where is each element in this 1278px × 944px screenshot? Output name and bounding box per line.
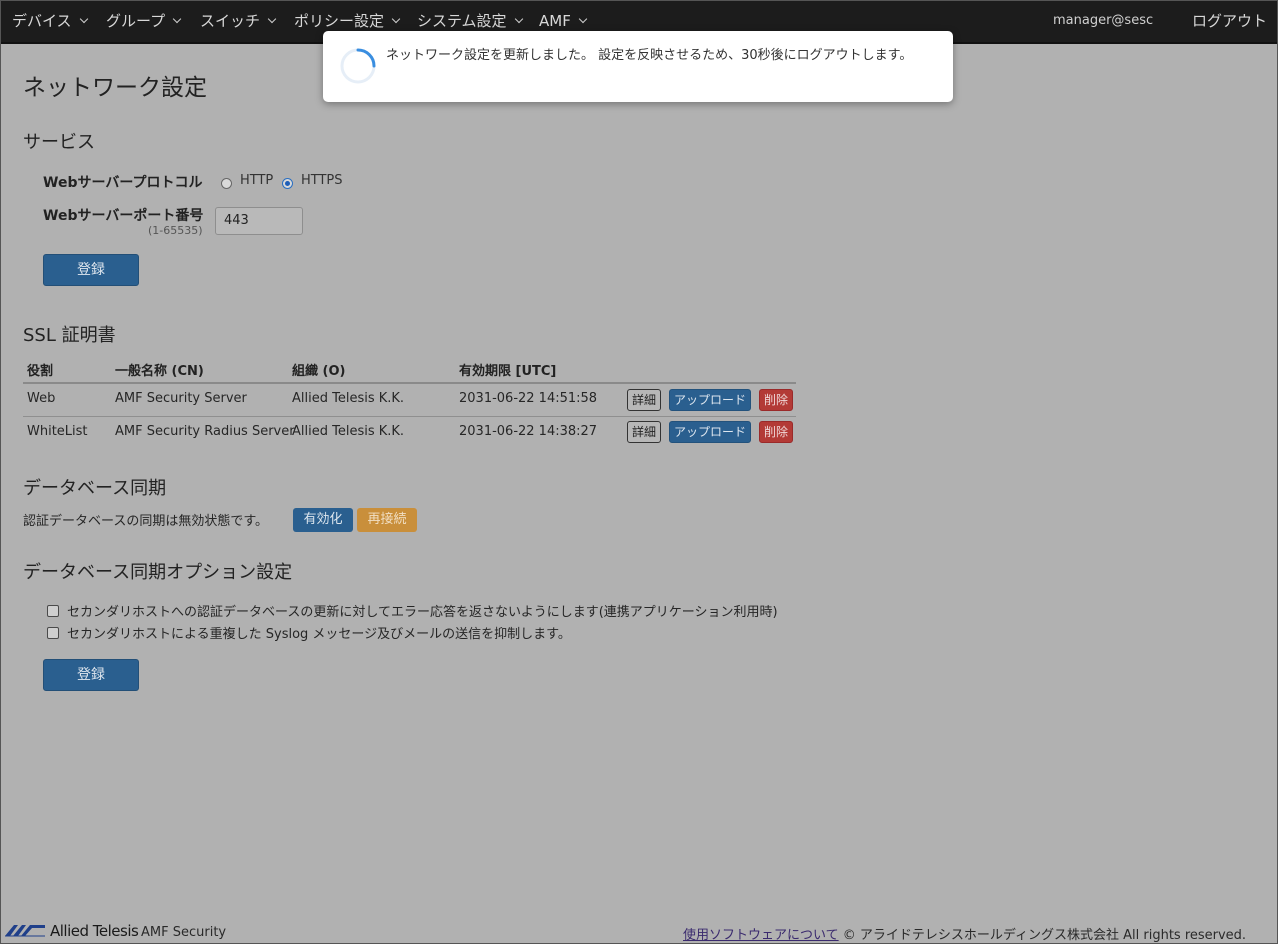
upload-button[interactable]: アップロード — [669, 389, 751, 411]
page-title: ネットワーク設定 — [23, 75, 207, 101]
option-label-1[interactable]: セカンダリホストへの認証データベースの更新に対してエラー応答を返さないようにしま… — [67, 601, 778, 620]
web-port-label: Webサーバーポート番号 — [43, 208, 204, 224]
web-protocol-label: Webサーバープロトコル — [43, 175, 203, 191]
loading-spinner-icon — [340, 48, 376, 84]
cell-org: Allied Telesis K.K. — [292, 424, 405, 439]
delete-button[interactable]: 削除 — [759, 389, 793, 411]
upload-button[interactable]: アップロード — [669, 421, 751, 443]
radio-https-label[interactable]: HTTPS — [301, 173, 343, 188]
enable-button[interactable]: 有効化 — [293, 508, 353, 532]
allied-telesis-logo-icon — [5, 925, 45, 937]
current-user: manager@sesc — [1053, 13, 1154, 28]
service-heading: サービス — [23, 132, 95, 153]
nav-groups[interactable]: グループ — [106, 0, 182, 42]
dbsync-status-text: 認証データベースの同期は無効状態です。 — [23, 514, 269, 529]
logout-link[interactable]: ログアウト — [1192, 0, 1267, 42]
chevron-down-icon — [267, 14, 277, 24]
service-submit-button[interactable]: 登録 — [43, 254, 139, 286]
col-org: 組織 (O) — [292, 364, 346, 379]
nav-amf-label: AMF — [539, 12, 571, 30]
radio-http[interactable] — [221, 178, 232, 189]
dbsync-heading: データベース同期 — [23, 478, 167, 499]
detail-button[interactable]: 詳細 — [627, 389, 661, 411]
table-header-divider — [23, 382, 796, 384]
nav-switches-label: スイッチ — [200, 12, 261, 30]
brand-name: Allied Telesis — [50, 922, 139, 940]
ssl-heading: SSL 証明書 — [23, 325, 116, 346]
cell-expiry: 2031-06-22 14:38:27 — [459, 424, 598, 439]
radio-http-label[interactable]: HTTP — [240, 173, 273, 188]
toast-message: ネットワーク設定を更新しました。 設定を反映させるため、30秒後にログアウトしま… — [386, 48, 913, 63]
web-port-range: (1-65535) — [148, 224, 203, 237]
chevron-down-icon — [578, 14, 588, 24]
nav-policy-label: ポリシー設定 — [294, 12, 385, 30]
software-info-link[interactable]: 使用ソフトウェアについて — [683, 928, 839, 943]
dbsync-options-heading: データベース同期オプション設定 — [23, 562, 293, 583]
radio-https[interactable] — [282, 178, 293, 189]
web-port-input[interactable]: 443 — [215, 207, 303, 235]
chevron-down-icon — [172, 14, 182, 24]
col-expiry: 有効期限 [UTC] — [459, 364, 557, 379]
nav-devices[interactable]: デバイス — [12, 0, 88, 42]
cell-cn: AMF Security Radius Server — [115, 424, 295, 439]
option-checkbox-1[interactable] — [47, 605, 59, 617]
footer-copyright: 使用ソフトウェアについて © アライドテレシスホールディングス株式会社 All … — [683, 924, 1246, 943]
chevron-down-icon — [79, 14, 88, 24]
nav-groups-label: グループ — [106, 12, 166, 30]
cell-cn: AMF Security Server — [115, 391, 247, 406]
col-role: 役割 — [27, 364, 54, 379]
logout-notice-toast: ネットワーク設定を更新しました。 設定を反映させるため、30秒後にログアウトしま… — [323, 31, 953, 102]
option-checkbox-2[interactable] — [47, 627, 59, 639]
reconnect-button[interactable]: 再接続 — [357, 508, 417, 532]
window-border — [0, 0, 1278, 944]
cell-role: WhiteList — [27, 424, 88, 439]
option-label-2[interactable]: セカンダリホストによる重複した Syslog メッセージ及びメールの送信を抑制し… — [67, 623, 571, 642]
chevron-down-icon — [391, 14, 401, 24]
detail-button[interactable]: 詳細 — [627, 421, 661, 443]
cell-role: Web — [27, 391, 56, 406]
nav-devices-label: デバイス — [12, 12, 72, 30]
chevron-down-icon — [514, 14, 523, 24]
nav-system-label: システム設定 — [417, 12, 507, 30]
cell-expiry: 2031-06-22 14:51:58 — [459, 391, 598, 406]
product-name: AMF Security — [141, 925, 227, 940]
row-divider — [23, 416, 796, 417]
delete-button[interactable]: 削除 — [759, 421, 793, 443]
cell-org: Allied Telesis K.K. — [292, 391, 405, 406]
copyright-text: © アライドテレシスホールディングス株式会社 All rights reserv… — [842, 928, 1247, 943]
nav-switches[interactable]: スイッチ — [200, 0, 277, 42]
col-cn: 一般名称 (CN) — [115, 364, 204, 379]
options-submit-button[interactable]: 登録 — [43, 659, 139, 691]
